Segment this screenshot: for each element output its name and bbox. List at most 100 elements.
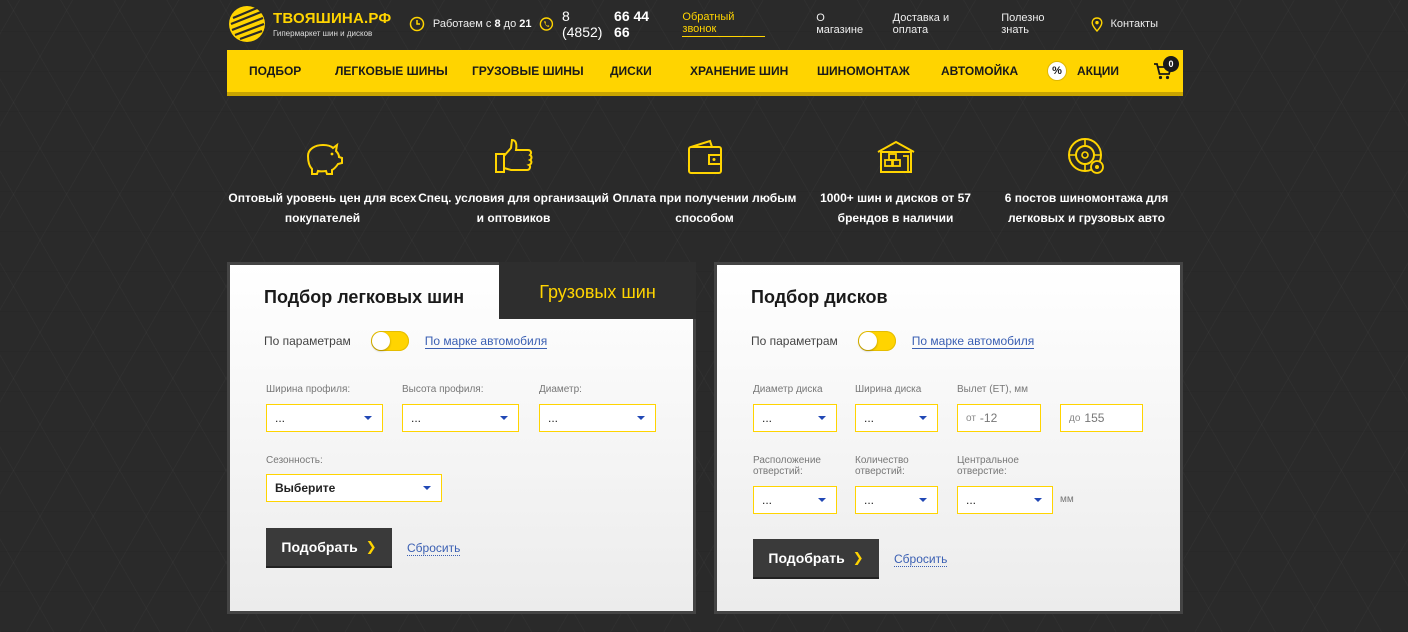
chevron-right-icon: ❯ (365, 539, 377, 554)
feature-text: Спец. условия для организаций и оптовико… (418, 191, 609, 225)
disk-panel-title: Подбор дисков (751, 287, 888, 307)
offset-to-prefix: до (1069, 412, 1081, 424)
working-hours: Работаем с 8 до 21 (409, 16, 539, 32)
center-bore-select[interactable]: ... (957, 486, 1053, 514)
pcd-select[interactable]: ... (753, 486, 837, 514)
offset-from-prefix: от (966, 412, 976, 424)
phone[interactable]: 8 (4852) 66 44 66 (539, 8, 664, 40)
nav-item-disks[interactable]: ДИСКИ (610, 64, 652, 78)
top-link-contacts[interactable]: Контакты (1091, 16, 1183, 32)
feature-item: 6 постов шиномонтажа для легковых и груз… (991, 136, 1182, 236)
logo-subtitle: Гипермаркет шин и дисков (273, 29, 373, 38)
nav-item-truck-tires[interactable]: ГРУЗОВЫЕ ШИНЫ (472, 64, 584, 78)
cart-button[interactable]: 0 (1153, 56, 1179, 80)
tire-submit-button[interactable]: Подобрать ❯ (266, 528, 392, 566)
holes-select[interactable]: ... (855, 486, 938, 514)
top-link-useful[interactable]: Полезно знать (1001, 12, 1066, 36)
disk-reset-link[interactable]: Сбросить (894, 552, 948, 567)
nav-item-car-wash[interactable]: АВТОМОЙКА (941, 64, 1018, 78)
phone-icon (539, 17, 554, 31)
top-link-delivery[interactable]: Доставка и оплата (893, 12, 977, 36)
season-label: Сезонность: (266, 455, 323, 466)
offset-to-input[interactable]: до 155 (1060, 404, 1143, 432)
tire-reset-link[interactable]: Сбросить (407, 541, 461, 556)
nav-item-passenger-tires[interactable]: ЛЕГКОВЫЕ ШИНЫ (335, 64, 448, 78)
toggle-knob (371, 332, 390, 350)
center-bore-unit: мм (1060, 494, 1074, 505)
season-value: Выберите (275, 481, 336, 495)
top-header: ТВОЯШИНА.РФ Гипермаркет шин и дисков Раб… (227, 0, 1183, 48)
nav-item-podbor[interactable]: ПОДБОР (249, 64, 301, 78)
chevron-down-icon (919, 498, 927, 502)
submit-label: Подобрать (768, 550, 845, 566)
work-mid: до (503, 18, 517, 30)
holes-value: ... (864, 493, 875, 507)
tire-logo-icon (229, 6, 265, 42)
chevron-right-icon: ❯ (852, 550, 864, 565)
feature-text: Оплата при получении любым способом (612, 191, 797, 225)
disk-submit-button[interactable]: Подобрать ❯ (753, 539, 879, 577)
top-links: О магазине Доставка и оплата Полезно зна… (816, 12, 1183, 36)
toggle-link-by-car[interactable]: По марке автомобиля (424, 334, 548, 349)
disk-diameter-select[interactable]: ... (753, 404, 837, 432)
holes-label: Количество отверстий: (855, 455, 909, 477)
phone-number: 66 44 66 (614, 8, 650, 40)
disk-width-value: ... (864, 411, 875, 425)
disk-search-panel: Подбор дисков По параметрам По марке авт… (714, 262, 1183, 614)
nav-item-promo[interactable]: % АКЦИИ (1047, 61, 1119, 81)
work-from: 8 (494, 18, 501, 30)
logo[interactable]: ТВОЯШИНА.РФ Гипермаркет шин и дисков (227, 4, 404, 44)
promo-label: АКЦИИ (1077, 64, 1120, 78)
features: Оптовый уровень цен для всех покупателей… (227, 136, 1183, 236)
offset-from-input[interactable]: от -12 (957, 404, 1041, 432)
feature-item: Оплата при получении любым способом (609, 136, 800, 236)
main-nav: ПОДБОР ЛЕГКОВЫЕ ШИНЫ ГРУЗОВЫЕ ШИНЫ ДИСКИ… (227, 50, 1183, 92)
width-label: Ширина профиля: (266, 384, 351, 395)
clock-icon (409, 16, 425, 32)
diameter-select[interactable]: ... (539, 404, 656, 432)
feature-item: Спец. условия для организаций и оптовико… (418, 136, 609, 236)
chevron-down-icon (500, 416, 508, 420)
work-prefix: Работаем с (432, 18, 492, 30)
search-mode-toggle[interactable] (857, 331, 896, 351)
work-to: 21 (519, 18, 532, 30)
center-label-line-1: Центральное (957, 455, 1019, 466)
disk-diameter-label: Диаметр диска (753, 384, 823, 395)
percent-icon: % (1047, 61, 1067, 81)
background-pattern (0, 0, 1408, 632)
chevron-down-icon (637, 416, 645, 420)
width-select[interactable]: ... (266, 404, 383, 432)
piggy-bank-icon (306, 142, 343, 175)
toggle-link-by-car[interactable]: По марке автомобиля (911, 334, 1035, 349)
toggle-label-params[interactable]: По параметрам (264, 334, 351, 348)
feature-item: 1000+ шин и дисков от 57 брендов в налич… (800, 136, 991, 236)
top-link-about[interactable]: О магазине (816, 12, 867, 36)
offset-to-value: 155 (1084, 411, 1105, 425)
holes-label-line-2: отверстий: (855, 466, 905, 477)
height-value: ... (411, 411, 422, 425)
warehouse-icon (877, 140, 914, 173)
chevron-down-icon (364, 416, 372, 420)
chevron-down-icon (1034, 498, 1042, 502)
disk-width-select[interactable]: ... (855, 404, 938, 432)
diameter-label: Диаметр: (539, 384, 582, 395)
height-select[interactable]: ... (402, 404, 519, 432)
search-mode-toggle[interactable] (370, 331, 409, 351)
offset-label: Вылет (ET), мм (957, 384, 1029, 395)
pcd-value: ... (762, 493, 773, 507)
center-bore-label: Центральное отверстие: (957, 455, 1019, 477)
toggle-label-params[interactable]: По параметрам (751, 334, 838, 348)
disk-diameter-value: ... (762, 411, 773, 425)
offset-from-value: -12 (979, 411, 998, 425)
callback-link[interactable]: Обратный звонок (682, 11, 766, 37)
season-select[interactable]: Выберите (266, 474, 442, 502)
tab-truck-tires[interactable]: Грузовых шин (499, 262, 696, 319)
thumbs-up-icon (494, 138, 532, 173)
tab-passenger-tires[interactable]: Подбор легковых шин (230, 265, 499, 319)
tire-service-icon (1067, 138, 1104, 174)
chevron-down-icon (818, 416, 826, 420)
contacts-label: Контакты (1110, 18, 1158, 30)
nav-item-tire-fitting[interactable]: ШИНОМОНТАЖ (817, 64, 910, 78)
nav-item-tire-storage[interactable]: ХРАНЕНИЕ ШИН (690, 64, 788, 78)
chevron-down-icon (919, 416, 927, 420)
